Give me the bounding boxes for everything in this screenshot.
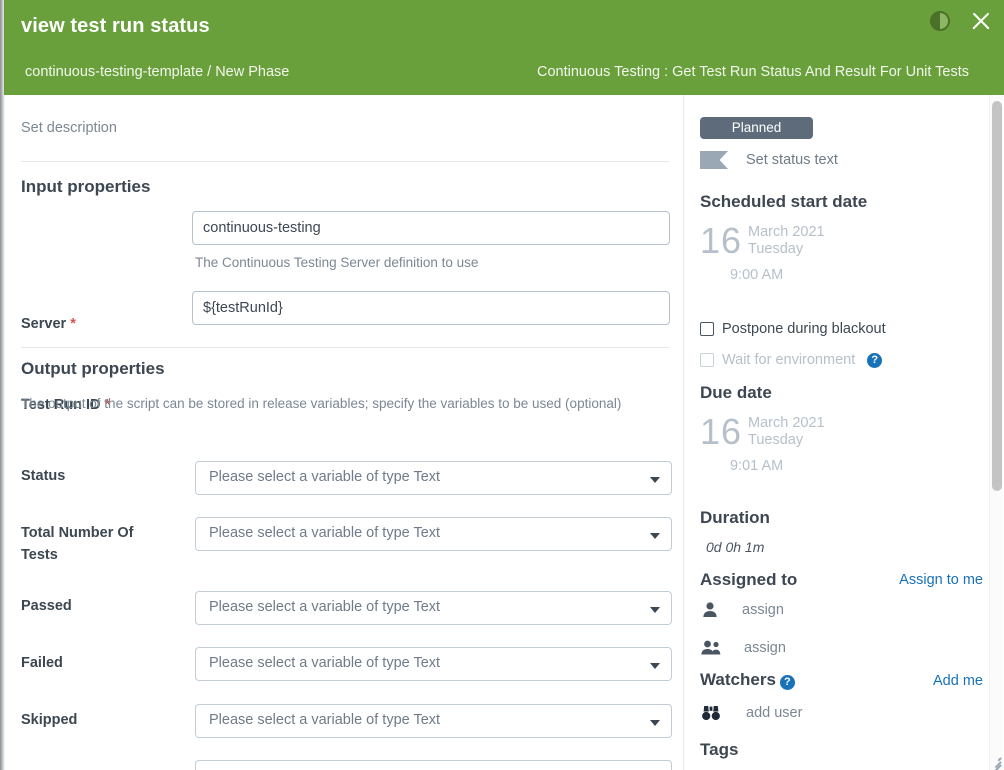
- page-title: view test run status: [21, 15, 210, 37]
- breadcrumb[interactable]: continuous-testing-template / New Phase: [25, 64, 289, 80]
- half-circle-contrast-icon[interactable]: [930, 11, 950, 31]
- header-subtitle: Continuous Testing : Get Test Run Status…: [537, 64, 970, 80]
- passed-field-label: Passed: [21, 598, 72, 614]
- assigned-user-row[interactable]: assign: [700, 600, 784, 620]
- vertical-scrollbar-thumb[interactable]: [992, 101, 1002, 491]
- status-badge[interactable]: Planned: [700, 117, 813, 139]
- duration-value: 0d 0h 1m: [706, 539, 765, 555]
- due-date-value[interactable]: 16 March 2021 Tuesday 9:01 AM: [700, 414, 940, 480]
- divider-1: [21, 161, 669, 162]
- binoculars-icon: [702, 706, 720, 721]
- help-icon[interactable]: ?: [779, 675, 795, 690]
- divider-2: [21, 347, 669, 348]
- properties-pane: Set description Input properties Server …: [4, 95, 683, 770]
- modal-body: Set description Input properties Server …: [4, 95, 1004, 770]
- test-run-id-input[interactable]: [192, 291, 670, 325]
- total-tests-select-value: Please select a variable of type Text: [209, 525, 441, 541]
- person-icon: [703, 602, 717, 617]
- modal-header: view test run status continuous-testing-…: [4, 0, 1004, 95]
- passed-select[interactable]: Please select a variable of type Text: [195, 591, 672, 625]
- input-properties-heading: Input properties: [21, 177, 151, 196]
- wait-for-environment-label: Wait for environment: [722, 352, 856, 368]
- server-field-label: Server *: [21, 313, 181, 335]
- scheduled-start-date-value[interactable]: 16 March 2021 Tuesday 9:00 AM: [700, 223, 940, 289]
- total-tests-field-label: Total Number Of Tests: [21, 525, 134, 563]
- next-output-select[interactable]: [195, 760, 672, 770]
- assigned-to-heading: Assigned to: [700, 570, 798, 589]
- status-field-label: Status: [21, 468, 66, 484]
- wait-for-environment-row: Wait for environment ?: [700, 352, 883, 368]
- assigned-group-row[interactable]: assign: [700, 638, 786, 658]
- set-status-text-row[interactable]: Set status text: [700, 151, 838, 169]
- details-pane: Planned Set status text Scheduled start …: [684, 95, 1004, 770]
- due-date-day: 16: [700, 411, 743, 452]
- view-test-run-status-modal: view test run status continuous-testing-…: [0, 0, 1004, 770]
- watcher-add-user-label: add user: [746, 705, 803, 721]
- set-status-text-label: Set status text: [746, 152, 838, 168]
- chevron-down-icon: [650, 720, 660, 726]
- output-properties-description: The output of the script can be stored i…: [21, 396, 622, 411]
- total-tests-select[interactable]: Please select a variable of type Text: [195, 517, 672, 551]
- server-label-text: Server: [21, 316, 67, 332]
- postpone-during-blackout-row[interactable]: Postpone during blackout: [700, 321, 886, 337]
- server-help-text: The Continuous Testing Server definition…: [195, 255, 479, 270]
- server-required-marker: *: [70, 316, 76, 332]
- skipped-select[interactable]: Please select a variable of type Text: [195, 704, 672, 738]
- chevron-down-icon: [650, 663, 660, 669]
- scheduled-start-weekday: Tuesday: [748, 241, 804, 257]
- watchers-heading: Watchers?: [700, 670, 795, 690]
- close-icon[interactable]: [968, 8, 994, 34]
- scheduled-start-date-heading: Scheduled start date: [700, 192, 868, 211]
- scheduled-start-month-year: March 2021: [748, 224, 825, 240]
- postpone-label: Postpone during blackout: [722, 321, 886, 337]
- chevron-down-icon: [650, 477, 660, 483]
- output-properties-heading: Output properties: [21, 359, 165, 378]
- set-description-link[interactable]: Set description: [21, 120, 117, 136]
- status-select[interactable]: Please select a variable of type Text: [195, 461, 672, 495]
- status-select-value: Please select a variable of type Text: [209, 469, 441, 485]
- failed-select-value: Please select a variable of type Text: [209, 655, 441, 671]
- passed-select-value: Please select a variable of type Text: [209, 599, 441, 615]
- postpone-checkbox[interactable]: [700, 322, 714, 336]
- failed-select[interactable]: Please select a variable of type Text: [195, 647, 672, 681]
- wait-for-environment-checkbox: [700, 353, 714, 367]
- add-me-link[interactable]: Add me: [933, 673, 983, 689]
- due-date-weekday: Tuesday: [748, 432, 804, 448]
- chevron-down-icon: [650, 607, 660, 613]
- due-date-heading: Due date: [700, 383, 772, 402]
- resize-handle[interactable]: [988, 755, 1002, 770]
- skipped-field-label: Skipped: [21, 712, 78, 728]
- due-date-month-year: March 2021: [748, 415, 825, 431]
- duration-heading: Duration: [700, 508, 770, 527]
- tags-heading: Tags: [700, 740, 739, 759]
- scheduled-start-time: 9:00 AM: [730, 267, 784, 283]
- header-actions: [930, 8, 994, 34]
- watcher-add-user-row[interactable]: add user: [700, 703, 802, 723]
- help-icon[interactable]: ?: [867, 352, 883, 368]
- vertical-scrollbar-track[interactable]: [989, 95, 1003, 770]
- assigned-group-label: assign: [744, 640, 786, 656]
- failed-field-label: Failed: [21, 655, 63, 671]
- assigned-user-label: assign: [742, 602, 784, 618]
- scheduled-start-day: 16: [700, 220, 743, 261]
- flag-icon: [700, 151, 728, 169]
- chevron-down-icon: [650, 533, 660, 539]
- skipped-select-value: Please select a variable of type Text: [209, 712, 441, 728]
- group-icon: [701, 640, 721, 655]
- due-date-time: 9:01 AM: [730, 458, 784, 474]
- watchers-heading-text: Watchers: [700, 670, 776, 689]
- assign-to-me-link[interactable]: Assign to me: [899, 572, 983, 588]
- server-input[interactable]: [192, 211, 670, 245]
